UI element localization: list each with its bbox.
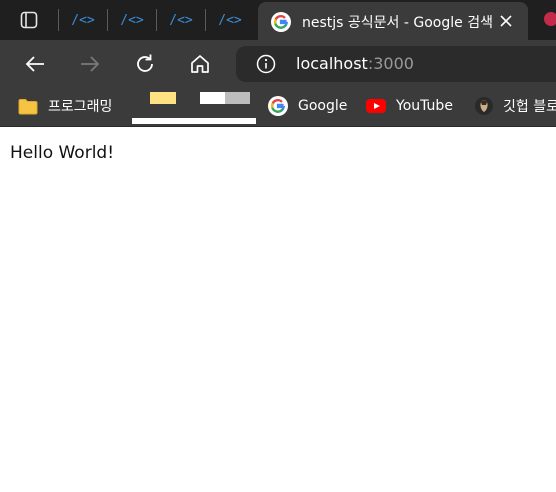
page-content: Hello World! — [0, 127, 556, 492]
url-host: localhost — [296, 54, 368, 73]
pinned-tab[interactable]: /<> — [157, 0, 205, 40]
pinned-tab-icon: /<> — [169, 12, 193, 28]
arrow-right-icon — [81, 56, 100, 72]
tab-actions-button[interactable] — [0, 0, 58, 40]
bookmarks-bar: 프로그래밍 Google YouTube 깃헙 블로 — [0, 88, 556, 127]
tab-active[interactable]: nestjs 공식문서 - Google 검색 — [258, 2, 528, 40]
tab-title: nestjs 공식문서 - Google 검색 — [302, 15, 493, 31]
redacted-bookmark-block[interactable] — [225, 92, 250, 104]
pinned-tab-icon: /<> — [120, 12, 144, 28]
tab-actions-icon — [20, 11, 38, 29]
home-icon — [191, 55, 209, 73]
address-bar[interactable]: localhost:3000 — [236, 46, 556, 82]
url-port: :3000 — [367, 54, 414, 73]
next-tab-favicon-icon[interactable] — [544, 12, 556, 26]
tab-strip: /<> /<> /<> /<> nestjs 공식문서 - Google 검색 — [0, 0, 556, 40]
url-text[interactable]: localhost:3000 — [296, 54, 414, 73]
toolbar: localhost:3000 — [0, 40, 556, 88]
info-icon[interactable] — [256, 54, 276, 74]
folder-icon — [18, 98, 38, 115]
browser-window: /<> /<> /<> /<> nestjs 공식문서 - Google 검색 … — [0, 0, 556, 492]
arrow-left-icon — [25, 56, 44, 72]
redacted-bookmark-block[interactable] — [150, 92, 176, 104]
google-icon — [270, 11, 292, 33]
page-body-text: Hello World! — [10, 143, 115, 163]
avatar-icon — [475, 97, 493, 115]
close-icon[interactable] — [498, 13, 514, 29]
back-button[interactable] — [19, 48, 51, 80]
pinned-tab-icon: /<> — [71, 12, 95, 28]
bookmark-label: 깃헙 블로 — [503, 99, 556, 115]
google-icon — [268, 96, 288, 116]
reload-icon — [137, 54, 153, 72]
pinned-tab[interactable]: /<> — [59, 0, 107, 40]
bookmark-label: Google — [298, 98, 348, 114]
home-button[interactable] — [184, 48, 216, 80]
pinned-tab[interactable]: /<> — [206, 0, 254, 40]
pinned-tab-icon: /<> — [218, 12, 242, 28]
redacted-bookmark-underline — [132, 118, 256, 124]
pinned-tab[interactable]: /<> — [108, 0, 156, 40]
redacted-bookmark-block[interactable] — [200, 92, 225, 104]
youtube-icon — [366, 99, 386, 113]
bookmark-label: 프로그래밍 — [48, 99, 113, 115]
bookmark-google[interactable]: Google — [268, 88, 347, 124]
reload-button[interactable] — [129, 48, 161, 80]
bookmark-github-blog[interactable]: 깃헙 블로 — [475, 88, 556, 124]
bookmark-label: YouTube — [396, 98, 453, 114]
bookmark-folder-programming[interactable]: 프로그래밍 — [18, 88, 112, 124]
bookmark-youtube[interactable]: YouTube — [366, 88, 453, 124]
forward-button[interactable] — [74, 48, 106, 80]
